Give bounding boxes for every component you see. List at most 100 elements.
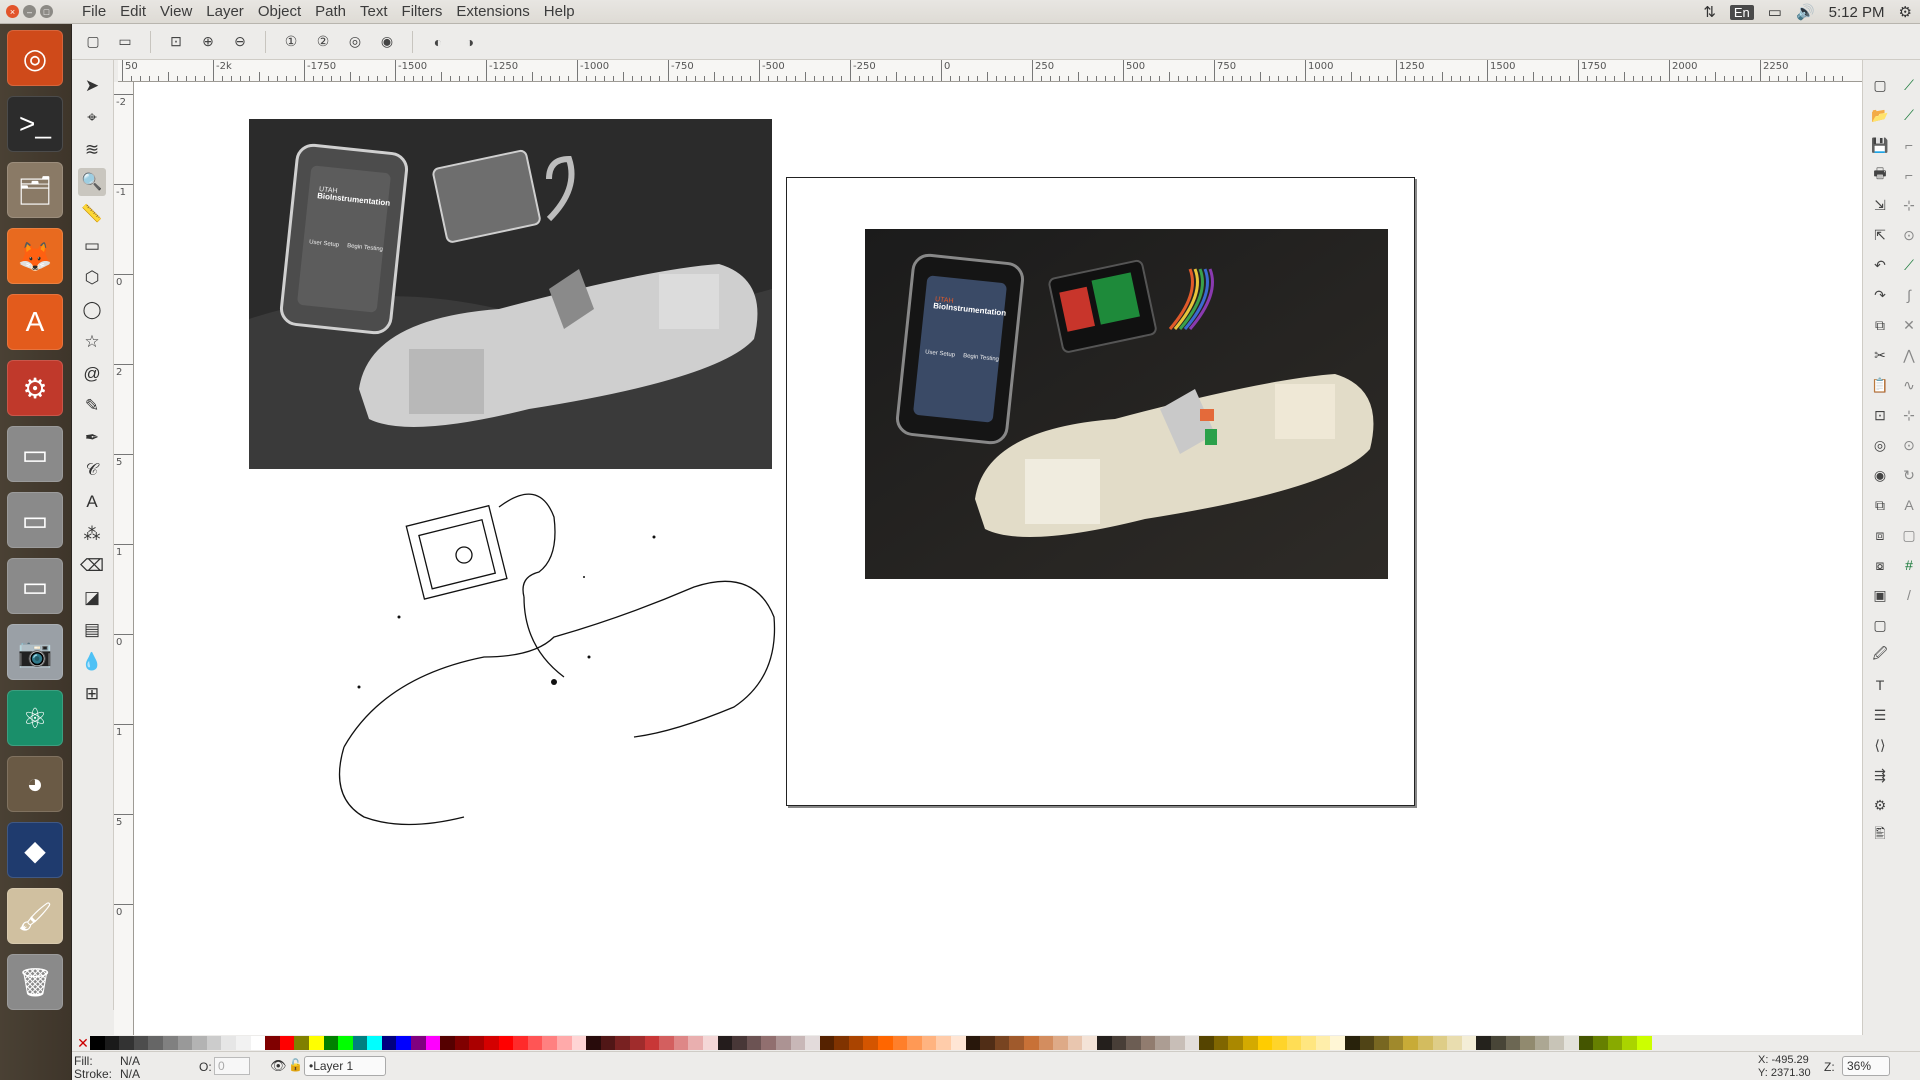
connector-tool-icon[interactable]: ⊞ (78, 680, 106, 708)
new-icon[interactable]: ▢ (1869, 74, 1891, 96)
calligraphy-tool-icon[interactable]: 𝒞 (78, 456, 106, 484)
color-swatch[interactable] (921, 1036, 937, 1050)
color-swatch[interactable] (1330, 1036, 1346, 1050)
cut-icon[interactable]: ✂ (1869, 344, 1891, 366)
clone-icon[interactable]: ⧈ (1869, 524, 1891, 546)
snap-bbox-midpoint-icon[interactable]: ⊹ (1898, 194, 1920, 216)
color-swatch[interactable] (206, 1036, 222, 1050)
color-swatch[interactable] (1228, 1036, 1243, 1050)
copy-icon[interactable]: ⧉ (1869, 314, 1891, 336)
color-swatch[interactable] (659, 1036, 674, 1050)
opacity-field[interactable]: 0 (214, 1057, 250, 1075)
open-document-icon[interactable]: ▭ (114, 31, 136, 53)
snap-centers-icon[interactable]: ⊙ (1898, 434, 1920, 456)
color-swatch[interactable] (440, 1036, 455, 1050)
color-swatch[interactable] (104, 1036, 120, 1050)
color-swatch[interactable] (994, 1036, 1010, 1050)
color-swatch[interactable] (367, 1036, 382, 1050)
color-swatch[interactable] (90, 1036, 105, 1050)
inkscape-icon[interactable]: ◆ (7, 822, 63, 878)
color-swatch[interactable] (1169, 1036, 1185, 1050)
snap-midpoints-icon[interactable]: ⊹ (1898, 404, 1920, 426)
export-icon[interactable]: ⇱ (1869, 224, 1891, 246)
spray-tool-icon[interactable]: ⁂ (78, 520, 106, 548)
color-swatch[interactable] (527, 1036, 543, 1050)
color-swatch[interactable] (892, 1036, 908, 1050)
software-center-icon[interactable]: A (7, 294, 63, 350)
snap-toggle-icon[interactable]: ⟋ (1898, 74, 1920, 96)
color-swatch[interactable] (834, 1036, 849, 1050)
color-swatch[interactable] (294, 1036, 309, 1050)
color-swatch[interactable] (425, 1036, 441, 1050)
network-transfer-icon[interactable]: ⇅ (1703, 3, 1716, 21)
drive-icon[interactable]: ▭ (7, 492, 63, 548)
horizontal-ruler[interactable]: 50 -2k -1750 -1500 -1250 -1000 -750 -500 -250 0 25… (118, 60, 1898, 82)
color-swatch[interactable] (805, 1036, 820, 1050)
color-swatch[interactable] (1593, 1036, 1608, 1050)
no-paint-swatch[interactable]: ✕ (76, 1035, 90, 1051)
drive-icon[interactable]: ▭ (7, 558, 63, 614)
layer-visibility-icon[interactable]: 👁 (270, 1058, 287, 1074)
color-swatch[interactable] (1374, 1036, 1389, 1050)
color-swatch[interactable] (848, 1036, 864, 1050)
color-palette[interactable]: ✕ (72, 1035, 1920, 1051)
snap-bbox-center-icon[interactable]: ⊙ (1898, 224, 1920, 246)
file-manager-icon[interactable]: 🗂 (7, 162, 63, 218)
menu-view[interactable]: View (154, 3, 198, 20)
new-document-icon[interactable]: ▢ (82, 31, 104, 53)
color-swatch[interactable] (1242, 1036, 1258, 1050)
drawing-canvas[interactable]: UTAH BioInstrumentation User Setup Begin… (134, 82, 1895, 1042)
menu-path[interactable]: Path (309, 3, 352, 20)
zoom-prev-icon[interactable]: ◐ (427, 31, 449, 53)
paste-icon[interactable]: 📋 (1869, 374, 1891, 396)
color-swatch[interactable] (688, 1036, 703, 1050)
color-swatch[interactable] (133, 1036, 149, 1050)
color-swatch[interactable] (1286, 1036, 1302, 1050)
color-swatch[interactable] (308, 1036, 324, 1050)
snap-rotation-icon[interactable]: ↻ (1898, 464, 1920, 486)
color-swatch[interactable] (1038, 1036, 1054, 1050)
camera-icon[interactable]: 📷 (7, 624, 63, 680)
color-swatch[interactable] (819, 1036, 835, 1050)
tweak-tool-icon[interactable]: ≋ (78, 136, 106, 164)
layer-lock-icon[interactable]: 🔓 (288, 1058, 303, 1072)
color-swatch[interactable] (1636, 1036, 1652, 1050)
color-swatch[interactable] (498, 1036, 514, 1050)
redo-icon[interactable]: ↷ (1869, 284, 1891, 306)
zoom-out-icon[interactable]: ⊖ (229, 31, 251, 53)
menu-object[interactable]: Object (252, 3, 307, 20)
color-swatch[interactable] (1578, 1036, 1594, 1050)
3d-box-tool-icon[interactable]: ⬡ (78, 264, 106, 292)
color-swatch[interactable] (323, 1036, 339, 1050)
color-swatch[interactable] (1257, 1036, 1273, 1050)
snap-guides-icon[interactable]: / (1898, 584, 1920, 606)
open-icon[interactable]: 📂 (1869, 104, 1891, 126)
snap-bbox-icon[interactable]: ⟋ (1898, 104, 1920, 126)
color-swatch[interactable] (1024, 1036, 1039, 1050)
drive-icon[interactable]: ▭ (7, 426, 63, 482)
rectangle-tool-icon[interactable]: ▭ (78, 232, 106, 260)
document-properties-icon[interactable]: 🖺 (1869, 824, 1891, 846)
color-swatch[interactable] (644, 1036, 660, 1050)
layer-select[interactable]: •Layer 1 (304, 1056, 386, 1076)
color-swatch[interactable] (1622, 1036, 1637, 1050)
preferences-icon[interactable]: ⚙ (1869, 794, 1891, 816)
menu-text[interactable]: Text (354, 3, 394, 20)
ubuntu-dash-icon[interactable]: ◎ (7, 30, 63, 86)
color-swatch[interactable] (1359, 1036, 1375, 1050)
color-swatch[interactable] (1345, 1036, 1360, 1050)
zoom-drawing-icon[interactable]: ◎ (1869, 434, 1891, 456)
color-swatch[interactable] (1491, 1036, 1506, 1050)
trash-icon[interactable]: 🗑 (7, 954, 63, 1010)
color-swatch[interactable] (396, 1036, 412, 1050)
color-swatch[interactable] (1315, 1036, 1331, 1050)
menu-layer[interactable]: Layer (200, 3, 250, 20)
color-swatch[interactable] (1140, 1036, 1156, 1050)
color-swatch[interactable] (557, 1036, 572, 1050)
import-icon[interactable]: ⇲ (1869, 194, 1891, 216)
color-swatch[interactable] (775, 1036, 791, 1050)
snap-nodes-icon[interactable]: ⟋ (1898, 254, 1920, 276)
snap-paths-icon[interactable]: ∫ (1898, 284, 1920, 306)
grayscale-trace-image[interactable]: UTAH BioInstrumentation User Setup Begin… (249, 119, 772, 469)
color-swatch[interactable] (1199, 1036, 1214, 1050)
